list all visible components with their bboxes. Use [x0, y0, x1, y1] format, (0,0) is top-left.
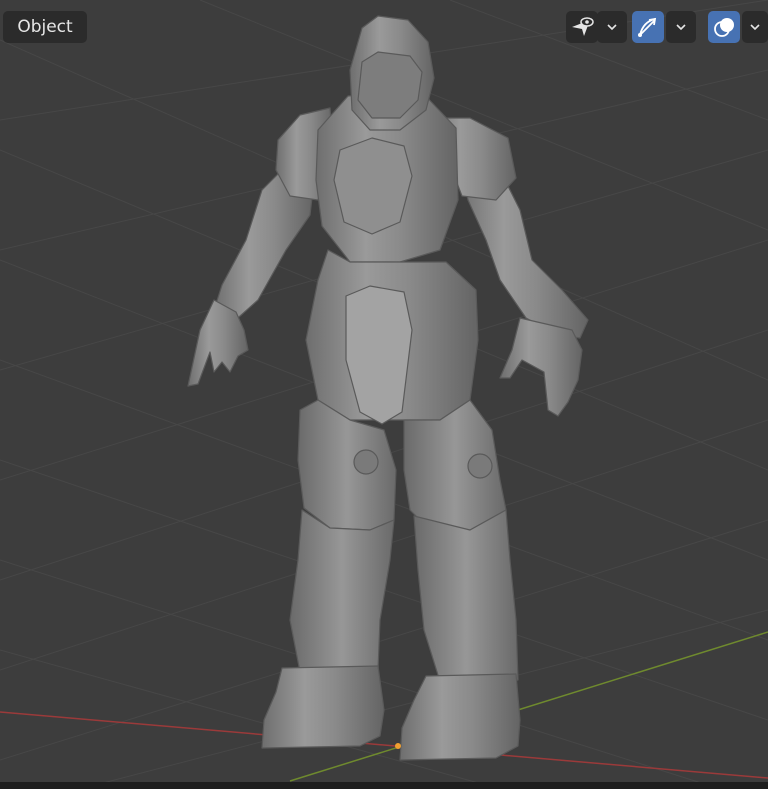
object-mode-label: Object [17, 17, 73, 37]
chevron-down-icon [676, 24, 686, 31]
eye-cursor-icon [569, 14, 595, 40]
overlays-toggle-button[interactable] [708, 11, 740, 43]
viewport-bottom-edge [0, 782, 768, 789]
visibility-dropdown-button[interactable] [597, 11, 627, 43]
gizmo-toggle-button[interactable] [632, 11, 664, 43]
robot-model[interactable] [187, 15, 589, 761]
selectability-visibility-button[interactable] [566, 11, 598, 43]
object-mode-dropdown[interactable]: Object [3, 11, 87, 43]
object-origin-dot[interactable] [395, 743, 401, 749]
gizmo-dropdown-button[interactable] [666, 11, 696, 43]
x-axis-line [0, 711, 768, 779]
3d-viewport[interactable] [0, 0, 768, 789]
chevron-down-icon [607, 24, 617, 31]
overlays-dropdown-button[interactable] [742, 11, 768, 43]
gizmo-icon [635, 14, 661, 40]
overlays-icon [711, 14, 737, 40]
chevron-down-icon [750, 24, 760, 31]
